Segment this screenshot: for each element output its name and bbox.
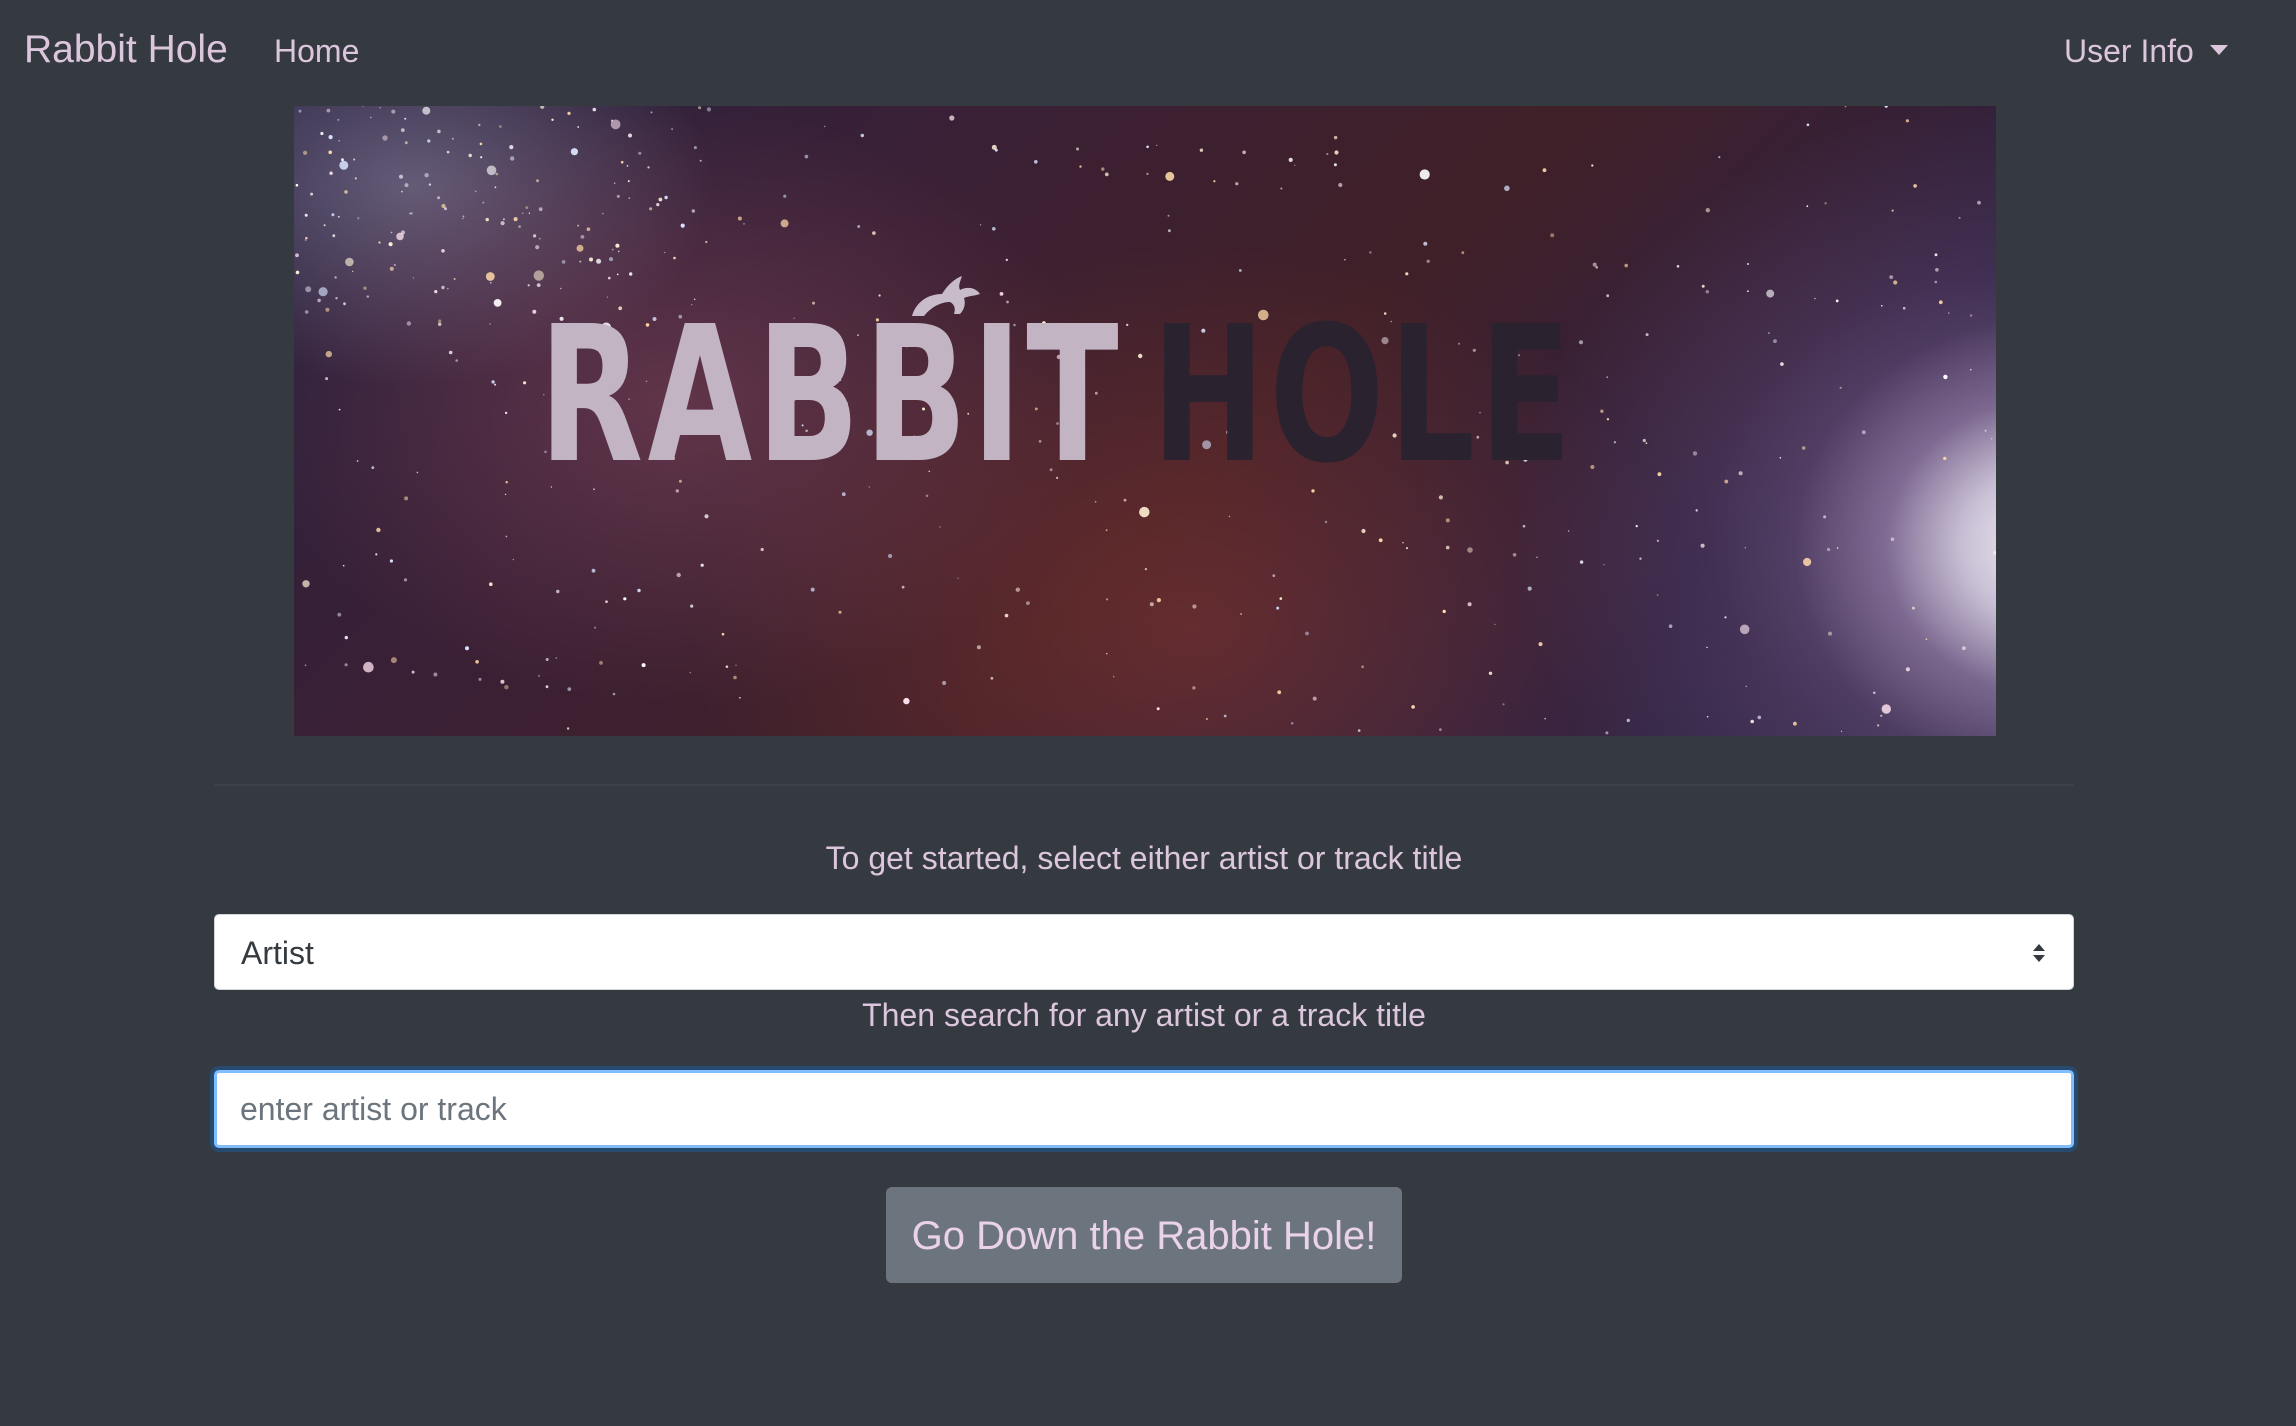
select-value: Artist (241, 935, 314, 971)
select-arrows-icon (2033, 944, 2045, 962)
banner-logo-text: RABBIT HOLE (539, 302, 1576, 490)
section-divider (214, 784, 2074, 786)
caret-down-icon (2209, 45, 2228, 55)
user-info-label: User Info (2064, 33, 2194, 69)
banner-word-hole: HOLE (1151, 286, 1577, 505)
instruction-search: Then search for any artist or a track ti… (862, 997, 1426, 1033)
rabbit-icon (912, 276, 980, 316)
nav-home-link[interactable]: Home (274, 28, 359, 74)
brand-link[interactable]: Rabbit Hole (24, 24, 228, 76)
search-input[interactable] (214, 1070, 2074, 1148)
instruction-select: To get started, select either artist or … (825, 840, 1463, 876)
go-down-rabbit-hole-button[interactable]: Go Down the Rabbit Hole! (886, 1187, 1402, 1283)
user-info-dropdown[interactable]: User Info (2064, 28, 2228, 74)
navbar: Rabbit Hole Home User Info (0, 0, 2296, 100)
hero-banner: RABBIT HOLE (294, 106, 1996, 736)
search-type-select[interactable]: Artist (214, 914, 2074, 990)
banner-word-rabbit: RABBIT (539, 286, 1123, 505)
